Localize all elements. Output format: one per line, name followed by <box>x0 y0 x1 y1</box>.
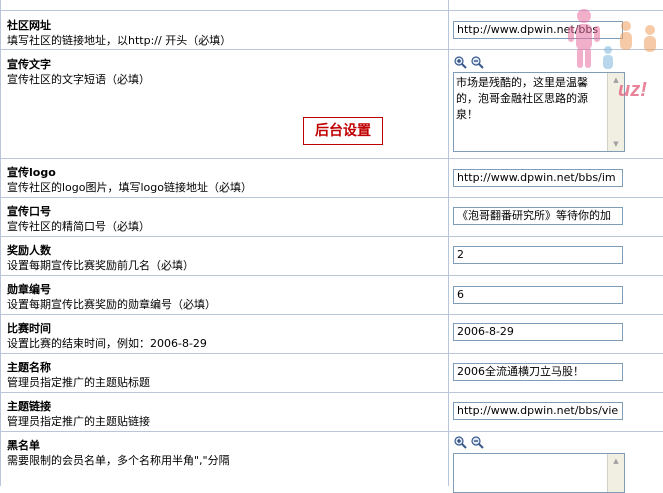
table-row-topic-link: 主题链接 管理员指定推广的主题贴链接 http://www.dpwin.net/… <box>1 393 663 432</box>
topic-link-title: 主题链接 <box>7 400 51 413</box>
table-row-top-partial <box>1 0 663 11</box>
promo-text-desc: 宣传社区的文字短语（必填） <box>7 73 150 86</box>
contest-time-desc: 设置比赛的结束时间，例如：2006-8-29 <box>7 337 207 350</box>
promo-text-textarea[interactable]: 市场是残酷的，这里是温馨的，泡哥金融社区思路的源泉！ ▲ ▼ <box>453 72 625 152</box>
promo-logo-title: 宣传logo <box>7 166 56 179</box>
promo-logo-desc: 宣传社区的logo图片，填写logo链接地址（必填） <box>7 181 252 194</box>
textarea-scrollbar[interactable]: ▲ <box>607 454 624 492</box>
scroll-down-icon[interactable]: ▼ <box>608 137 624 151</box>
zoom-in-icon[interactable] <box>454 436 467 449</box>
zoom-out-icon[interactable] <box>471 436 484 449</box>
medal-id-desc: 设置每期宣传比赛奖励的勋章编号（必填） <box>7 298 216 311</box>
table-row-topic-name: 主题名称 管理员指定推广的主题贴标题 2006全流通横刀立马股！ <box>1 354 663 393</box>
community-url-desc: 填写社区的链接地址，以http:// 开头（必填） <box>7 34 232 47</box>
contest-time-input[interactable]: 2006-8-29 <box>453 323 623 341</box>
blacklist-desc: 需要限制的会员名单，多个名称用半角","分隔 <box>7 454 230 467</box>
reward-count-title: 奖励人数 <box>7 244 51 257</box>
zoom-out-icon[interactable] <box>471 56 484 69</box>
admin-settings-badge: 后台设置 <box>303 117 383 145</box>
blacklist-title: 黑名单 <box>7 439 40 452</box>
table-row-community-url: 社区网址 填写社区的链接地址，以http:// 开头（必填） http://ww… <box>1 11 663 50</box>
textarea-scrollbar[interactable]: ▲ ▼ <box>607 73 624 151</box>
blacklist-textarea[interactable]: ▲ <box>453 453 625 493</box>
promo-slogan-input[interactable]: 《泡哥翻番研究所》等待你的加 <box>453 207 623 225</box>
table-row-medal-id: 勋章编号 设置每期宣传比赛奖励的勋章编号（必填） 6 <box>1 276 663 315</box>
table-row-promo-slogan: 宣传口号 宣传社区的精简口号（必填） 《泡哥翻番研究所》等待你的加 <box>1 198 663 237</box>
medal-id-title: 勋章编号 <box>7 283 51 296</box>
topic-name-input[interactable]: 2006全流通横刀立马股！ <box>453 363 623 381</box>
table-row-contest-time: 比赛时间 设置比赛的结束时间，例如：2006-8-29 2006-8-29 <box>1 315 663 354</box>
topic-link-desc: 管理员指定推广的主题贴链接 <box>7 415 150 428</box>
topic-link-input[interactable]: http://www.dpwin.net/bbs/vie <box>453 402 623 420</box>
scroll-up-icon[interactable]: ▲ <box>608 454 624 468</box>
community-url-title: 社区网址 <box>7 19 51 32</box>
topic-name-desc: 管理员指定推广的主题贴标题 <box>7 376 150 389</box>
medal-id-input[interactable]: 6 <box>453 286 623 304</box>
contest-time-title: 比赛时间 <box>7 322 51 335</box>
settings-table: 社区网址 填写社区的链接地址，以http:// 开头（必填） http://ww… <box>0 0 663 493</box>
promo-slogan-title: 宣传口号 <box>7 205 51 218</box>
community-url-input[interactable]: http://www.dpwin.net/bbs <box>453 21 623 39</box>
zoom-in-icon[interactable] <box>454 56 467 69</box>
table-row-promo-logo: 宣传logo 宣传社区的logo图片，填写logo链接地址（必填） http:/… <box>1 159 663 198</box>
reward-count-desc: 设置每期宣传比赛奖励前几名（必填） <box>7 259 194 272</box>
promo-slogan-desc: 宣传社区的精简口号（必填） <box>7 220 150 233</box>
table-row-blacklist: 黑名单 需要限制的会员名单，多个名称用半角","分隔 ▲ <box>1 432 663 493</box>
reward-count-input[interactable]: 2 <box>453 246 623 264</box>
promo-logo-input[interactable]: http://www.dpwin.net/bbs/im <box>453 169 623 187</box>
scroll-up-icon[interactable]: ▲ <box>608 73 624 87</box>
promo-text-value: 市场是残酷的，这里是温馨的，泡哥金融社区思路的源泉！ <box>456 76 588 121</box>
topic-name-title: 主题名称 <box>7 361 51 374</box>
table-row-reward-count: 奖励人数 设置每期宣传比赛奖励前几名（必填） 2 <box>1 237 663 276</box>
promo-text-title: 宣传文字 <box>7 58 51 71</box>
